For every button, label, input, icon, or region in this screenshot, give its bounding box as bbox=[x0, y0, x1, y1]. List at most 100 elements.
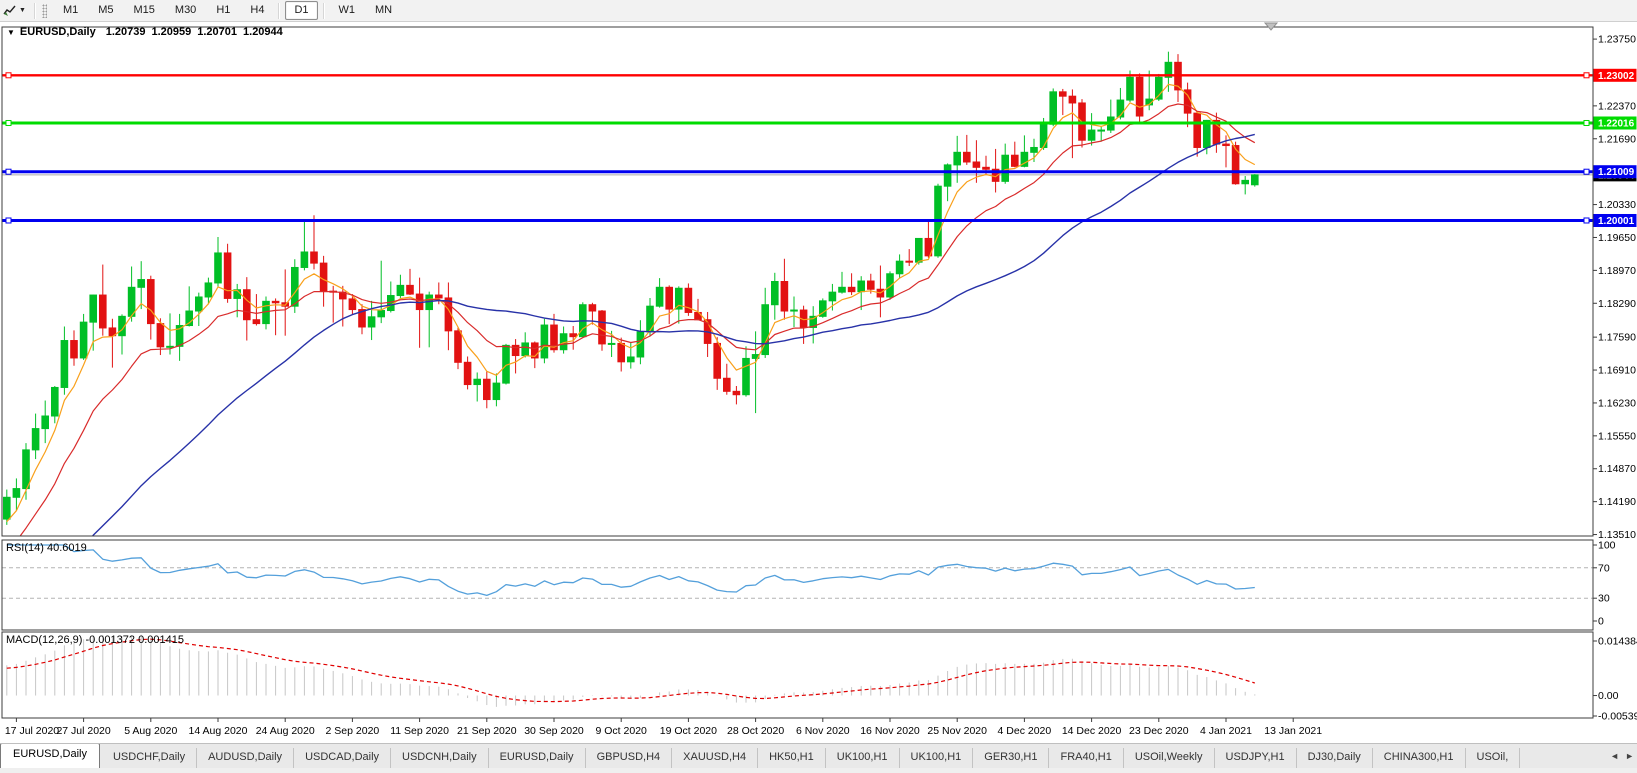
window-bottom-strip bbox=[0, 768, 1637, 773]
line-handle[interactable] bbox=[1584, 169, 1589, 174]
candle-body bbox=[887, 274, 894, 297]
period-button-mn[interactable]: MN bbox=[366, 1, 401, 20]
candle-body bbox=[215, 253, 222, 283]
chart-tab-uk100-h1[interactable]: UK100,H1 bbox=[826, 748, 900, 769]
rsi-line bbox=[7, 545, 1255, 595]
chart-tab-dj30-daily[interactable]: DJ30,Daily bbox=[1297, 748, 1373, 769]
candle-body bbox=[484, 379, 491, 399]
chart-tab-audusd-daily[interactable]: AUDUSD,Daily bbox=[197, 748, 294, 769]
axis-label: 28 Oct 2020 bbox=[727, 725, 784, 737]
axis-label: 5 Aug 2020 bbox=[124, 725, 177, 737]
period-button-w1[interactable]: W1 bbox=[330, 1, 365, 20]
candle-body bbox=[896, 261, 903, 274]
toolbar-separator bbox=[34, 3, 36, 19]
axis-label: 21 Sep 2020 bbox=[457, 725, 517, 737]
period-button-d1[interactable]: D1 bbox=[285, 1, 317, 20]
chart-tab-xauusd-h4[interactable]: XAUUSD,H4 bbox=[672, 748, 758, 769]
candle-body bbox=[791, 310, 798, 311]
line-handle[interactable] bbox=[6, 73, 11, 78]
axis-label: 27 Jul 2020 bbox=[56, 725, 110, 737]
charts-toolbar-icon[interactable] bbox=[1, 3, 19, 19]
candle-body bbox=[848, 287, 855, 291]
axis-label: 14 Aug 2020 bbox=[189, 725, 248, 737]
candle-body bbox=[253, 320, 260, 324]
mt4-window: { "toolbar": { "period_groups": [["M1","… bbox=[0, 0, 1637, 773]
chart-tab-usoil-weekly[interactable]: USOil,Weekly bbox=[1124, 748, 1215, 769]
candle-body bbox=[1002, 155, 1009, 181]
candle-body bbox=[436, 295, 443, 298]
chart-area: 1.237501.223701.216901.203301.196501.189… bbox=[0, 21, 1637, 743]
chart-tab-usdchf-daily[interactable]: USDCHF,Daily bbox=[102, 748, 197, 769]
chart-tab-fra40-h1[interactable]: FRA40,H1 bbox=[1049, 748, 1123, 769]
axis-label: 1.22370 bbox=[1598, 100, 1636, 112]
chart-tab-usoil-[interactable]: USOil, bbox=[1466, 748, 1521, 769]
axis-label: 13 Jan 2021 bbox=[1264, 725, 1322, 737]
tab-scroll-arrows: ◄ ► bbox=[1610, 750, 1634, 762]
toolbar: ▼ M1M5M15M30H1H4 D1 W1MN bbox=[0, 0, 1637, 22]
tab-scroll-left-icon[interactable]: ◄ bbox=[1610, 750, 1619, 762]
ohlc-low: 1.20701 bbox=[197, 26, 237, 38]
line-handle[interactable] bbox=[6, 218, 11, 223]
candle-body bbox=[272, 301, 279, 302]
toolbar-grip[interactable] bbox=[42, 4, 47, 18]
line-handle[interactable] bbox=[6, 120, 11, 125]
chart-tab-ger30-h1[interactable]: GER30,H1 bbox=[973, 748, 1049, 769]
chart-tab-uk100-h1[interactable]: UK100,H1 bbox=[900, 748, 974, 769]
rsi-panel-frame bbox=[2, 540, 1593, 630]
candle-body bbox=[4, 497, 11, 519]
axis-label: 1.21009 bbox=[1598, 167, 1635, 178]
candle-body bbox=[964, 152, 971, 162]
chart-tab-eurusd-daily[interactable]: EURUSD,Daily bbox=[489, 748, 586, 769]
line-handle[interactable] bbox=[6, 169, 11, 174]
date-axis: 17 Jul 202027 Jul 2020 5 Aug 2020 14 Aug 2… bbox=[5, 718, 1322, 737]
candle-body bbox=[656, 287, 663, 306]
candle-body bbox=[733, 391, 740, 394]
line-handle[interactable] bbox=[1584, 120, 1589, 125]
chart-tab-eurusd-daily[interactable]: EURUSD,Daily bbox=[0, 744, 100, 769]
tab-scroll-right-icon[interactable]: ► bbox=[1625, 750, 1634, 762]
ohlc-close: 1.20944 bbox=[243, 26, 283, 38]
chart-tab-usdcad-daily[interactable]: USDCAD,Daily bbox=[294, 748, 391, 769]
candle-body bbox=[541, 325, 548, 358]
candle-body bbox=[157, 324, 164, 347]
candle-body bbox=[772, 282, 779, 305]
chart-tab-gbpusd-h4[interactable]: GBPUSD,H4 bbox=[586, 748, 673, 769]
chevron-down-icon[interactable]: ▼ bbox=[19, 7, 26, 14]
candle-body bbox=[292, 267, 299, 306]
axis-label: 100 bbox=[1598, 540, 1616, 552]
candle-body bbox=[608, 343, 615, 344]
axis-label: 1.18290 bbox=[1598, 298, 1636, 310]
candle-body bbox=[570, 334, 577, 337]
period-button-m1[interactable]: M1 bbox=[54, 1, 87, 20]
chart-canvas[interactable]: 1.237501.223701.216901.203301.196501.189… bbox=[0, 21, 1637, 743]
candle-body bbox=[196, 297, 203, 311]
collapse-caret-icon[interactable]: ▼ bbox=[7, 28, 15, 37]
candle-body bbox=[1223, 144, 1230, 145]
candle-body bbox=[378, 311, 385, 317]
axis-label: 17 Jul 2020 bbox=[5, 725, 59, 737]
candle-body bbox=[148, 280, 155, 324]
chart-tab-usdcnh-daily[interactable]: USDCNH,Daily bbox=[391, 748, 489, 769]
chart-tab-usdjpy-h1[interactable]: USDJPY,H1 bbox=[1215, 748, 1297, 769]
chart-tabs: EURUSD,DailyUSDCHF,DailyAUDUSD,DailyUSDC… bbox=[0, 744, 1609, 769]
period-button-h4[interactable]: H4 bbox=[241, 1, 273, 20]
period-button-h1[interactable]: H1 bbox=[207, 1, 239, 20]
candle-body bbox=[858, 281, 865, 292]
line-handle[interactable] bbox=[1584, 218, 1589, 223]
candle-body bbox=[301, 252, 308, 267]
axis-label: 1.17590 bbox=[1598, 332, 1636, 344]
candle-body bbox=[973, 162, 980, 167]
line-handle[interactable] bbox=[1584, 73, 1589, 78]
chart-tab-china300-h1[interactable]: CHINA300,H1 bbox=[1373, 748, 1466, 769]
period-button-m15[interactable]: M15 bbox=[125, 1, 164, 20]
candle-body bbox=[1127, 77, 1134, 100]
period-button-m5[interactable]: M5 bbox=[89, 1, 122, 20]
candle-body bbox=[205, 283, 212, 297]
candle-body bbox=[71, 341, 78, 358]
axis-label: 0.014384 bbox=[1598, 636, 1637, 648]
period-button-m30[interactable]: M30 bbox=[166, 1, 205, 20]
axis-label: 24 Aug 2020 bbox=[256, 725, 315, 737]
chart-tab-hk50-h1[interactable]: HK50,H1 bbox=[758, 748, 826, 769]
candle-body bbox=[1098, 130, 1105, 131]
candle-body bbox=[714, 343, 721, 378]
